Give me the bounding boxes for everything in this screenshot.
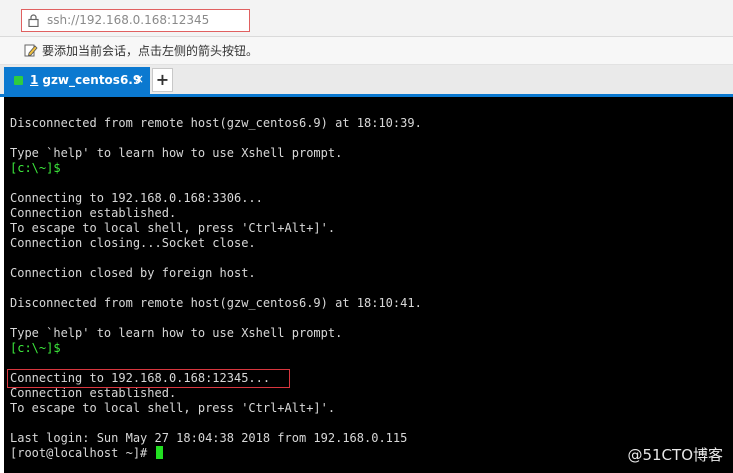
terminal-line: Type `help' to learn how to use Xshell p… <box>10 326 733 341</box>
terminal-line-text: Type `help' to learn how to use Xshell p… <box>10 146 343 160</box>
pencil-icon[interactable] <box>24 43 38 57</box>
address-input[interactable]: ssh://192.168.0.168:12345 <box>21 9 250 32</box>
terminal-line: Connecting to 192.168.0.168:12345... <box>10 371 733 386</box>
address-text: ssh://192.168.0.168:12345 <box>47 13 210 27</box>
tab-label: 1 gzw_centos6.9 <box>30 73 141 87</box>
terminal-line: Connection closing...Socket close. <box>10 236 733 251</box>
connection-status-icon <box>14 76 23 85</box>
terminal-line-text: Connection closing...Socket close. <box>10 236 256 250</box>
terminal-line-text: Last login: Sun May 27 18:04:38 2018 fro… <box>10 431 408 445</box>
terminal-line-text: Disconnected from remote host(gzw_centos… <box>10 116 422 130</box>
terminal-prompt-line: [c:\~]$ <box>10 161 733 176</box>
terminal-line-text: Connection established. <box>10 386 177 400</box>
terminal-line: To escape to local shell, press 'Ctrl+Al… <box>10 401 733 416</box>
terminal-line: Connection closed by foreign host. <box>10 266 733 281</box>
tab-title: gzw_centos6.9 <box>42 73 142 87</box>
terminal-line-text: Connection established. <box>10 206 177 220</box>
terminal-line-text: Disconnected from remote host(gzw_centos… <box>10 296 422 310</box>
hint-text: 要添加当前会话，点击左侧的箭头按钮。 <box>42 44 259 58</box>
terminal-line-text: [c:\~]$ <box>10 341 61 355</box>
terminal-output[interactable]: Disconnected from remote host(gzw_centos… <box>4 97 733 473</box>
lock-icon <box>28 14 39 27</box>
terminal-prompt-line: [c:\~]$ <box>10 341 733 356</box>
address-bar: ssh://192.168.0.168:12345 <box>0 0 733 37</box>
terminal-line: Connecting to 192.168.0.168:3306... <box>10 191 733 206</box>
tab-number: 1 <box>30 73 39 87</box>
session-hint-bar: 要添加当前会话，点击左侧的箭头按钮。 <box>0 37 733 65</box>
terminal-line: Type `help' to learn how to use Xshell p… <box>10 146 733 161</box>
terminal-line-text: [c:\~]$ <box>10 161 61 175</box>
terminal-line-text: To escape to local shell, press 'Ctrl+Al… <box>10 221 336 235</box>
session-tab-strip: 1 gzw_centos6.9 × + <box>0 65 733 97</box>
terminal-line: Disconnected from remote host(gzw_centos… <box>10 116 733 131</box>
new-tab-button[interactable]: + <box>152 68 173 92</box>
terminal-line: [root@localhost ~]# <box>10 446 733 461</box>
terminal-line: To escape to local shell, press 'Ctrl+Al… <box>10 221 733 236</box>
terminal-line-text: Type `help' to learn how to use Xshell p… <box>10 326 343 340</box>
terminal-line: Last login: Sun May 27 18:04:38 2018 fro… <box>10 431 733 446</box>
terminal-line-text: Connecting to 192.168.0.168:3306... <box>10 191 263 205</box>
terminal-line-text: Connection closed by foreign host. <box>10 266 256 280</box>
terminal-line: Disconnected from remote host(gzw_centos… <box>10 296 733 311</box>
terminal-cursor <box>155 446 163 459</box>
terminal-line: Connection established. <box>10 386 733 401</box>
terminal-line-text: [root@localhost ~]# <box>10 446 155 460</box>
tab-gzw-centos[interactable]: 1 gzw_centos6.9 × <box>4 67 150 94</box>
watermark: @51CTO博客 <box>627 446 723 464</box>
close-icon[interactable]: × <box>134 72 144 86</box>
terminal-line: Connection established. <box>10 206 733 221</box>
terminal-line-text: To escape to local shell, press 'Ctrl+Al… <box>10 401 336 415</box>
terminal-line-text: Connecting to 192.168.0.168:12345... <box>10 371 271 385</box>
